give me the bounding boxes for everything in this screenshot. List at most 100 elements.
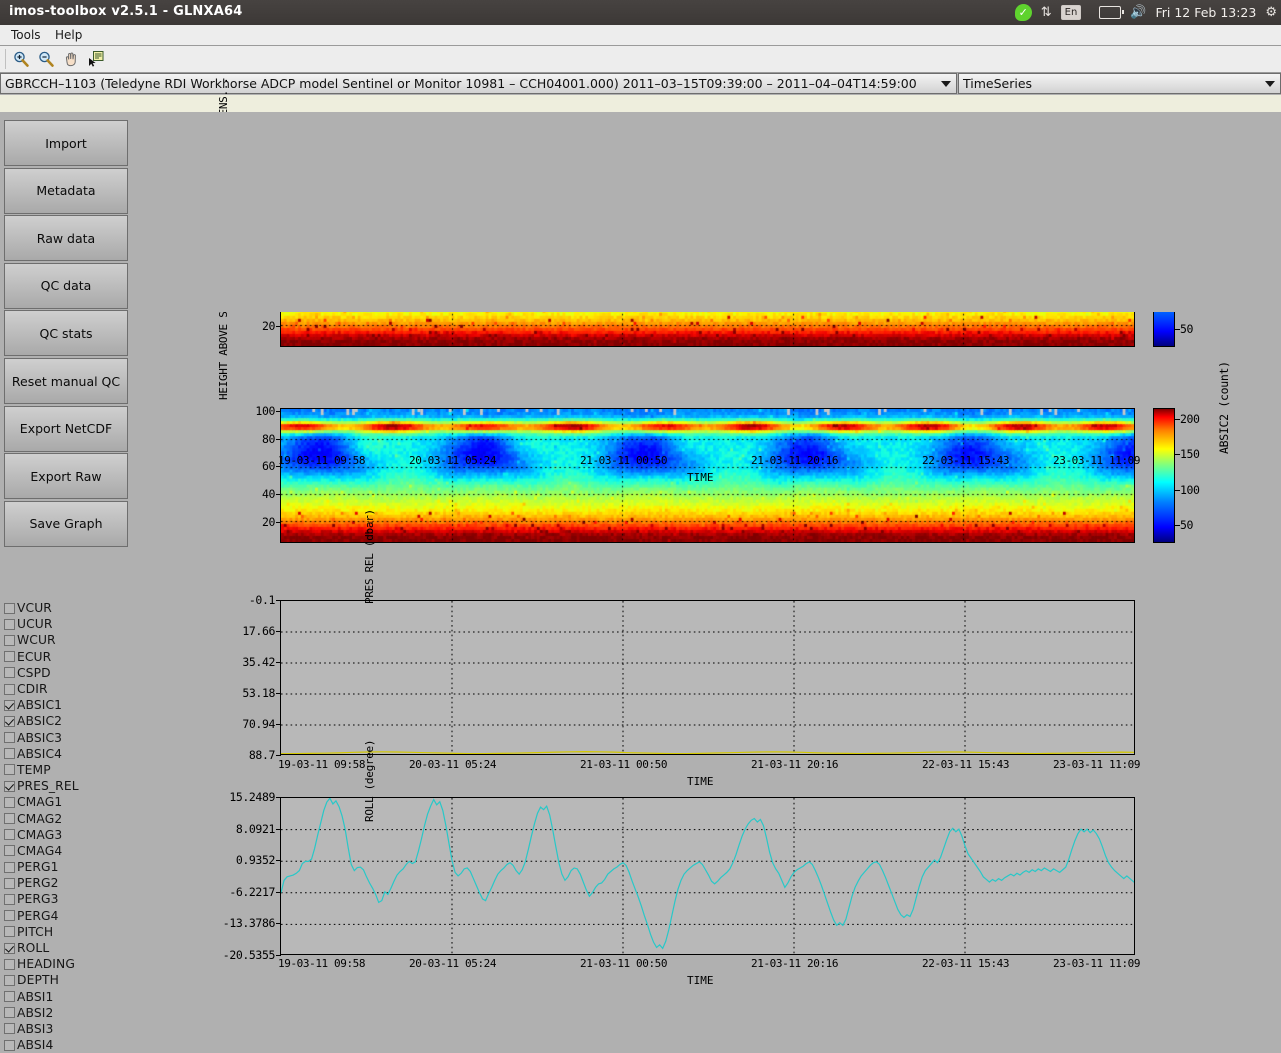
sidebar-button-export-raw[interactable]: Export Raw xyxy=(4,453,128,499)
variable-label: DEPTH xyxy=(15,973,59,987)
checkbox-absic4[interactable] xyxy=(4,748,15,759)
checkbox-depth[interactable] xyxy=(4,975,15,986)
variable-label: CDIR xyxy=(15,682,48,696)
variable-row-absi2[interactable]: ABSI2 xyxy=(0,1005,135,1021)
checkbox-absic1[interactable] xyxy=(4,700,15,711)
variable-row-depth[interactable]: DEPTH xyxy=(0,972,135,988)
variable-row-ecur[interactable]: ECUR xyxy=(0,649,135,665)
battery-icon[interactable] xyxy=(1099,6,1121,19)
checkbox-cmag1[interactable] xyxy=(4,797,15,808)
variable-row-wcur[interactable]: WCUR xyxy=(0,632,135,648)
y-tick-label: 60 xyxy=(220,459,275,473)
roll-plot[interactable] xyxy=(280,797,1135,955)
checkbox-temp[interactable] xyxy=(4,764,15,775)
variable-row-absic3[interactable]: ABSIC3 xyxy=(0,730,135,746)
variable-row-vcur[interactable]: VCUR xyxy=(0,600,135,616)
checkbox-perg3[interactable] xyxy=(4,894,15,905)
checkbox-roll[interactable] xyxy=(4,943,15,954)
x-tick-label: 21-03-11 20:16 xyxy=(751,957,838,970)
variable-row-absi1[interactable]: ABSI1 xyxy=(0,989,135,1005)
dataset-select[interactable]: GBRCCH–1103 (Teledyne RDI Workhorse ADCP… xyxy=(0,73,957,94)
volume-icon[interactable]: 🔊 xyxy=(1130,6,1146,19)
checkbox-pitch[interactable] xyxy=(4,926,15,937)
checkbox-pres_rel[interactable] xyxy=(4,781,15,792)
checkbox-cmag4[interactable] xyxy=(4,845,15,856)
sidebar-button-label: Metadata xyxy=(36,183,95,198)
pan-hand-icon[interactable] xyxy=(60,48,82,70)
plot-area: HEIGHT ABOVE SENS... 20406080100 19-03-1… xyxy=(135,112,1281,1025)
y-tick-mark xyxy=(276,662,281,663)
variable-row-absic4[interactable]: ABSIC4 xyxy=(0,746,135,762)
variable-row-ucur[interactable]: UCUR xyxy=(0,616,135,632)
sidebar-button-raw-data[interactable]: Raw data xyxy=(4,215,128,261)
checkbox-perg2[interactable] xyxy=(4,878,15,889)
variable-row-absi4[interactable]: ABSI4 xyxy=(0,1037,135,1053)
sidebar-button-qc-stats[interactable]: QC stats xyxy=(4,310,128,356)
x-tick-label: 22-03-11 15:43 xyxy=(922,758,1009,771)
variable-label: UCUR xyxy=(15,617,53,631)
variable-label: PRES_REL xyxy=(15,779,79,793)
sidebar-button-export-netcdf[interactable]: Export NetCDF xyxy=(4,406,128,452)
variable-row-cmag2[interactable]: CMAG2 xyxy=(0,810,135,826)
variable-row-temp[interactable]: TEMP xyxy=(0,762,135,778)
variable-row-absi3[interactable]: ABSI3 xyxy=(0,1021,135,1037)
checkbox-perg4[interactable] xyxy=(4,910,15,921)
checkbox-absic3[interactable] xyxy=(4,732,15,743)
checkbox-absi2[interactable] xyxy=(4,1007,15,1018)
y-tick-mark xyxy=(276,439,281,440)
checkbox-absi3[interactable] xyxy=(4,1023,15,1034)
checkbox-cspd[interactable] xyxy=(4,667,15,678)
checkbox-cdir[interactable] xyxy=(4,684,15,695)
sidebar-button-import[interactable]: Import xyxy=(4,120,128,166)
power-gear-icon[interactable]: ⚙ xyxy=(1265,6,1277,19)
checkbox-vcur[interactable] xyxy=(4,603,15,614)
variable-row-absic1[interactable]: ABSIC1 xyxy=(0,697,135,713)
variable-row-cmag3[interactable]: CMAG3 xyxy=(0,827,135,843)
y-tick-mark xyxy=(276,494,281,495)
sidebar-button-metadata[interactable]: Metadata xyxy=(4,168,128,214)
checkbox-heading[interactable] xyxy=(4,959,15,970)
variable-row-cspd[interactable]: CSPD xyxy=(0,665,135,681)
zoom-out-icon[interactable] xyxy=(35,48,57,70)
sidebar-button-reset-manual-qc[interactable]: Reset manual QC xyxy=(4,358,128,404)
checkbox-ucur[interactable] xyxy=(4,619,15,630)
zoom-in-icon[interactable] xyxy=(10,48,32,70)
ubuntu-check-icon[interactable]: ✓ xyxy=(1015,4,1032,21)
clock-indicator[interactable]: Fri 12 Feb 13:23 xyxy=(1155,5,1256,20)
variable-row-cdir[interactable]: CDIR xyxy=(0,681,135,697)
input-source-indicator[interactable]: En xyxy=(1061,5,1082,20)
variable-row-perg1[interactable]: PERG1 xyxy=(0,859,135,875)
variable-label: CMAG3 xyxy=(15,828,62,842)
checkbox-absic2[interactable] xyxy=(4,716,15,727)
variable-row-absic2[interactable]: ABSIC2 xyxy=(0,713,135,729)
variable-row-perg4[interactable]: PERG4 xyxy=(0,908,135,924)
menu-tools[interactable]: Tools xyxy=(6,28,46,42)
checkbox-absi4[interactable] xyxy=(4,1040,15,1051)
checkbox-ecur[interactable] xyxy=(4,651,15,662)
sidebar-button-qc-data[interactable]: QC data xyxy=(4,263,128,309)
variable-row-heading[interactable]: HEADING xyxy=(0,956,135,972)
checkbox-absi1[interactable] xyxy=(4,991,15,1002)
network-updown-icon[interactable]: ⇅ xyxy=(1041,6,1052,19)
colorbar-tick-mark xyxy=(1175,454,1180,455)
checkbox-cmag2[interactable] xyxy=(4,813,15,824)
absic2-colorbar xyxy=(1153,408,1175,543)
variable-row-roll[interactable]: ROLL xyxy=(0,940,135,956)
x-tick-label: 21-03-11 20:16 xyxy=(751,454,838,467)
variable-row-pitch[interactable]: PITCH xyxy=(0,924,135,940)
data-cursor-icon[interactable] xyxy=(85,48,107,70)
variable-row-cmag1[interactable]: CMAG1 xyxy=(0,794,135,810)
checkbox-wcur[interactable] xyxy=(4,635,15,646)
checkbox-cmag3[interactable] xyxy=(4,829,15,840)
pres-rel-plot[interactable] xyxy=(280,600,1135,755)
graph-type-select[interactable]: TimeSeries xyxy=(958,73,1281,94)
variable-row-perg2[interactable]: PERG2 xyxy=(0,875,135,891)
variable-row-cmag4[interactable]: CMAG4 xyxy=(0,843,135,859)
colorbar-tick-mark xyxy=(1175,525,1180,526)
chart-roll[interactable]: ROLL (degree) 15.2489 8.0921 0.9352 -6.2217… xyxy=(135,112,1281,312)
variable-row-pres_rel[interactable]: PRES_REL xyxy=(0,778,135,794)
menu-help[interactable]: Help xyxy=(50,28,87,42)
checkbox-perg1[interactable] xyxy=(4,862,15,873)
sidebar-button-save-graph[interactable]: Save Graph xyxy=(4,501,128,547)
variable-row-perg3[interactable]: PERG3 xyxy=(0,891,135,907)
